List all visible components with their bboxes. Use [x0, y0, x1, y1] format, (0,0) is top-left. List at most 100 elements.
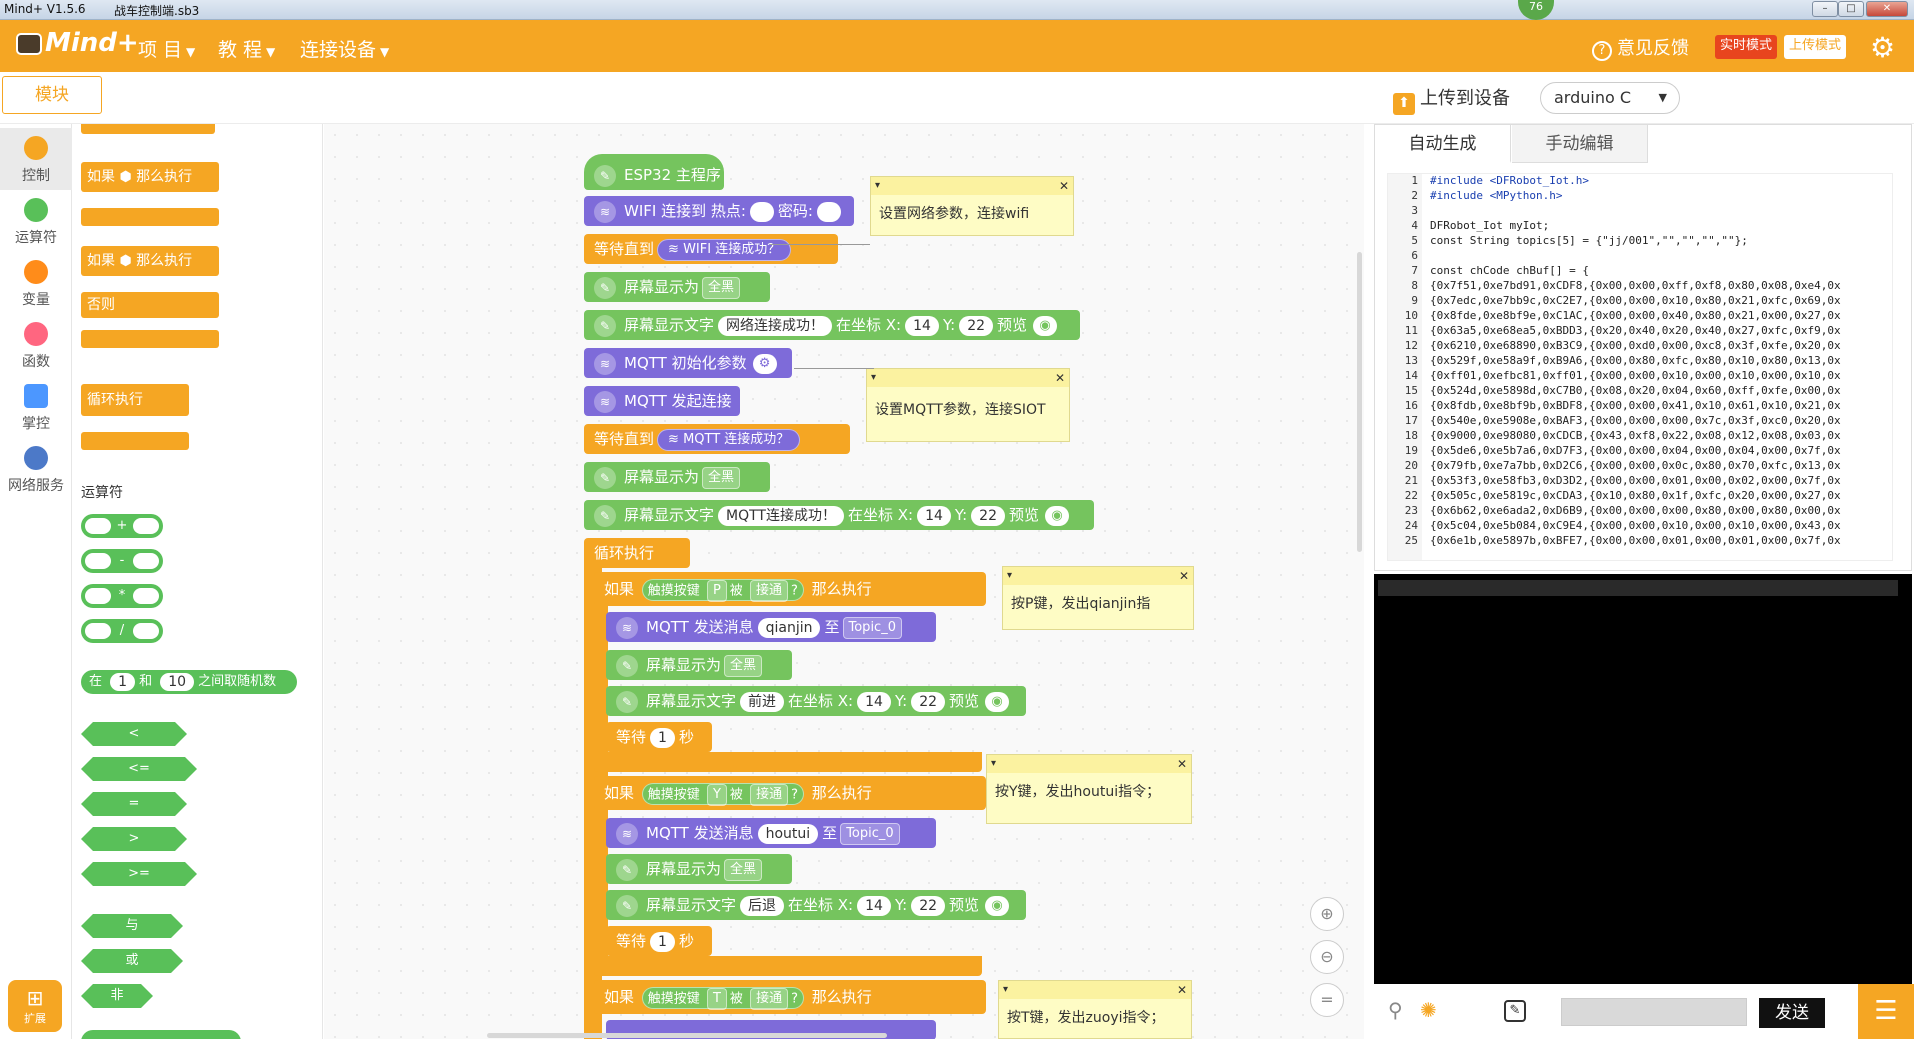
line-number: 19	[1388, 444, 1422, 459]
tab-manual-edit[interactable]: 手动编辑	[1512, 125, 1648, 163]
password-input[interactable]	[816, 201, 841, 222]
workspace-hscroll[interactable]	[487, 1033, 887, 1038]
category-handpy[interactable]: 掌控	[0, 376, 72, 438]
serial-terminal[interactable]	[1374, 574, 1912, 984]
op-greater[interactable]: >	[81, 827, 187, 851]
close-icon[interactable]: ✕	[1866, 1, 1908, 17]
op-less[interactable]: <	[81, 722, 187, 746]
usb-icon[interactable]: ⚲	[1388, 998, 1403, 1022]
block-screen-text-y[interactable]: ✎ 屏幕显示文字 后退 在坐标 X: 14 Y: 22 预览 ◉	[606, 890, 1026, 920]
palette-loop-block[interactable]: 循环执行	[81, 384, 189, 416]
category-control[interactable]: 控制	[0, 128, 72, 190]
block-if-t[interactable]: 如果 触摸按键 T被 接通? 那么执行	[594, 980, 986, 1014]
list-icon[interactable]: ☰	[1858, 984, 1914, 1039]
op-divide[interactable]: /	[81, 619, 163, 643]
block-screen-text-2[interactable]: ✎ 屏幕显示文字 MQTT连接成功！ 在坐标 X: 14 Y: 22 预览 ◉	[584, 500, 1094, 530]
tab-auto-generate[interactable]: 自动生成	[1375, 125, 1511, 163]
zoom-reset-icon[interactable]: =	[1310, 983, 1344, 1017]
code-line: const chCode chBuf[] = {	[1430, 264, 1589, 277]
block-mqtt-send-y[interactable]: ≋ MQTT 发送消息 houtui 至 Topic_0	[606, 818, 936, 848]
op-subtract[interactable]: -	[81, 549, 163, 573]
op-multiply[interactable]: *	[81, 584, 163, 608]
palette-if-else-block[interactable]: 如果 ⬢ 那么执行	[81, 246, 219, 276]
op-greater-equal[interactable]: >=	[81, 862, 197, 886]
op-random[interactable]: 在 1和 10 之间取随机数	[81, 670, 297, 694]
block-wait-y[interactable]: 等待 1 秒	[606, 926, 712, 956]
comment-key-p[interactable]: ▾ ✕ 按P键，发出qianjin指	[1002, 566, 1194, 630]
category-variables[interactable]: 变量	[0, 252, 72, 314]
comment-wifi[interactable]: ▾ ✕ 设置网络参数，连接wifi	[870, 176, 1074, 236]
menu-project[interactable]: 项 目 ▼	[138, 35, 195, 62]
block-mqtt-init[interactable]: ≋ MQTT 初始化参数 ⚙	[584, 348, 792, 378]
line-number: 11	[1388, 324, 1422, 339]
chip-icon	[24, 384, 48, 408]
palette-block-top[interactable]	[81, 124, 215, 134]
block-mqtt-send-p[interactable]: ≋ MQTT 发送消息 qianjin 至 Topic_0	[606, 612, 936, 642]
op-and[interactable]: 与	[81, 914, 183, 938]
block-screen-fill-y[interactable]: ✎ 屏幕显示为 全黑	[606, 854, 792, 884]
block-screen-text-1[interactable]: ✎ 屏幕显示文字 网络连接成功！ 在坐标 X: 14 Y: 22 预览 ◉	[584, 310, 1080, 340]
menu-tutorial[interactable]: 教 程 ▼	[218, 35, 275, 62]
workspace-vscroll[interactable]	[1357, 252, 1362, 552]
op-add[interactable]: +	[81, 514, 163, 538]
connect-icon[interactable]: ✺	[1420, 998, 1437, 1022]
extension-button[interactable]: ⊞ 扩展	[8, 980, 62, 1032]
handpy-icon: ✎	[594, 314, 616, 337]
code-line: {0x79fb,0xe7a7bb,0xD2C6,{0x00,0x00,0x0c,…	[1430, 459, 1841, 472]
comment-key-y[interactable]: ▾ ✕ 按Y键，发出houtui指令；	[986, 754, 1192, 824]
category-network[interactable]: 网络服务	[0, 438, 72, 500]
code-editor[interactable]: 1 #include <DFRobot_Iot.h> 2 #include <MPyt…	[1387, 173, 1893, 561]
op-less-equal[interactable]: <=	[81, 757, 197, 781]
palette-if-block[interactable]: 如果 ⬢ 那么执行	[81, 162, 219, 192]
block-screen-text-p[interactable]: ✎ 屏幕显示文字 前进 在坐标 X: 14 Y: 22 预览 ◉	[606, 686, 1026, 716]
op-or[interactable]: 或	[81, 949, 183, 973]
eraser-icon[interactable]: ✎	[1504, 1000, 1526, 1022]
upload-mode-button[interactable]: 上传模式	[1784, 35, 1847, 59]
serial-input[interactable]	[1561, 998, 1747, 1026]
touch-key-condition: 触摸按键 Y被 接通?	[641, 782, 804, 806]
palette-more-block[interactable]	[81, 1030, 241, 1039]
handpy-icon: ✎	[594, 466, 616, 489]
line-number: 6	[1388, 249, 1422, 264]
block-wait-mqtt[interactable]: 等待直到 ≋ MQTT 连接成功？	[584, 424, 850, 454]
upload-to-device-button[interactable]: ⬆ 上传到设备	[1393, 84, 1510, 115]
send-button[interactable]: 发送	[1759, 998, 1825, 1028]
block-if-y[interactable]: 如果 触摸按键 Y被 接通? 那么执行	[594, 776, 986, 810]
block-screen-fill-2[interactable]: ✎ 屏幕显示为 全黑	[584, 462, 770, 492]
code-line: {0x540e,0xe5908e,0xBAF3,{0x00,0x00,0x00,…	[1430, 414, 1841, 427]
minimize-icon[interactable]: –	[1812, 1, 1838, 17]
category-operators[interactable]: 运算符	[0, 190, 72, 252]
block-wait-p[interactable]: 等待 1 秒	[606, 722, 712, 752]
line-number: 1	[1388, 174, 1422, 189]
line-number: 21	[1388, 474, 1422, 489]
block-mqtt-connect[interactable]: ≋ MQTT 发起连接	[584, 386, 740, 416]
menu-connect-device[interactable]: 连接设备 ▼	[300, 35, 389, 62]
zoom-in-icon[interactable]: ⊕	[1310, 897, 1344, 931]
category-functions[interactable]: 函数	[0, 314, 72, 376]
script-workspace[interactable]: ✎ ESP32 主程序 ≋ WIFI 连接到 热点: 密码: 等待直到 ≋ WIFI 连…	[324, 124, 1364, 1039]
chevron-down-icon: ▼	[380, 45, 390, 59]
gear-icon[interactable]: ⚙	[1870, 31, 1895, 64]
block-screen-fill-p[interactable]: ✎ 屏幕显示为 全黑	[606, 650, 792, 680]
functions-icon	[24, 322, 48, 346]
feedback-button[interactable]: ? 意见反馈	[1592, 34, 1689, 61]
comment-mqtt[interactable]: ▾ ✕ 设置MQTT参数，连接SIOT	[866, 368, 1070, 442]
comment-key-t[interactable]: ▾ ✕ 按T键，发出zuoyi指令；	[998, 980, 1192, 1039]
block-screen-fill[interactable]: ✎ 屏幕显示为 全黑	[584, 272, 770, 302]
block-wait-wifi[interactable]: 等待直到 ≋ WIFI 连接成功？	[584, 234, 838, 264]
board-select[interactable]: arduino C ▼	[1540, 82, 1680, 114]
handpy-icon: ✎	[616, 894, 638, 917]
block-wifi-connect[interactable]: ≋ WIFI 连接到 热点: 密码:	[584, 196, 854, 226]
line-number: 2	[1388, 189, 1422, 204]
tab-blocks[interactable]: 模块	[2, 76, 102, 114]
maximize-icon[interactable]: □	[1838, 1, 1864, 17]
op-equal[interactable]: =	[81, 792, 187, 816]
block-if-p[interactable]: 如果 触摸按键 P被 接通? 那么执行	[594, 572, 986, 606]
ops-section-title: 运算符	[81, 485, 123, 501]
ssid-input[interactable]	[749, 201, 774, 222]
block-esp32-main[interactable]: ✎ ESP32 主程序	[584, 154, 724, 190]
eye-icon: ◉	[985, 691, 1010, 712]
zoom-out-icon[interactable]: ⊖	[1310, 940, 1344, 974]
op-not[interactable]: 非	[81, 984, 153, 1008]
realtime-mode-button[interactable]: 实时模式	[1715, 35, 1778, 59]
